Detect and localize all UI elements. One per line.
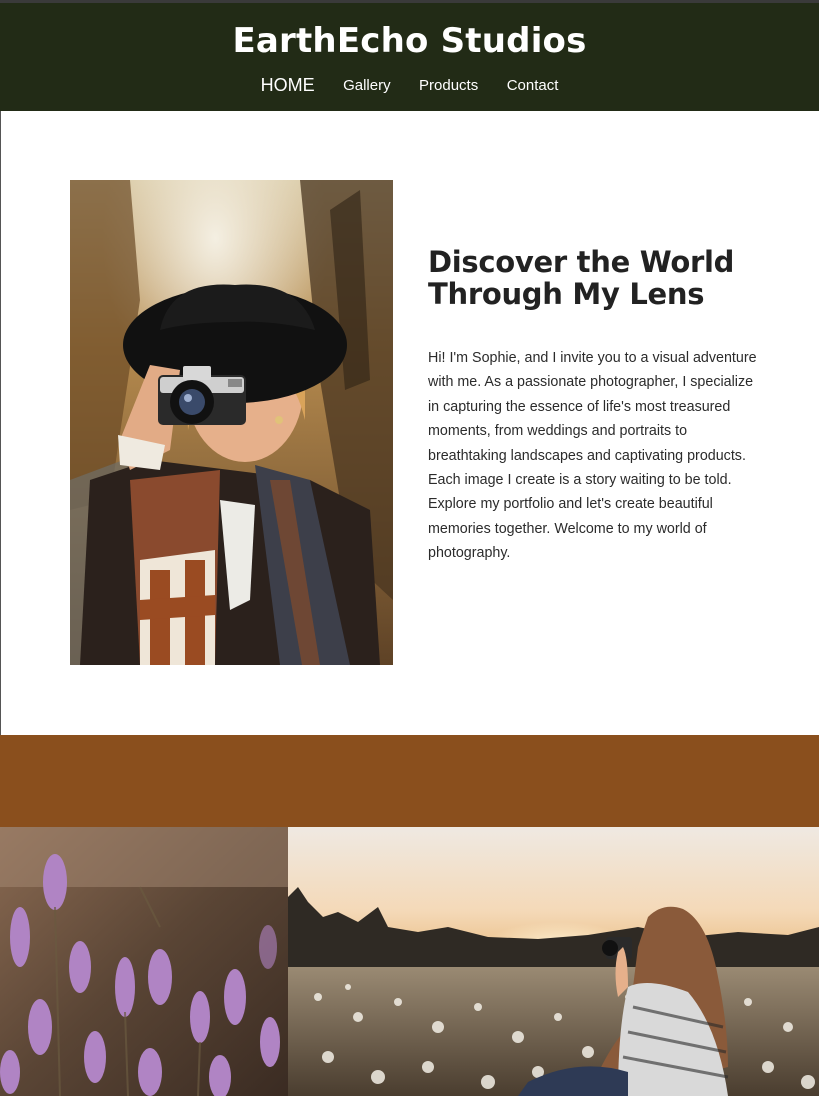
gallery-dandelion-field-image (288, 827, 819, 1096)
page-left-edge (0, 111, 1, 735)
brown-divider-band (0, 735, 819, 827)
nav-gallery-link[interactable]: Gallery (343, 77, 391, 94)
site-logo-text[interactable]: EarthEcho Studios (0, 21, 819, 61)
site-header: EarthEcho Studios HOME Gallery Products … (0, 3, 819, 111)
hero-intro-text: Hi! I'm Sophie, and I invite you to a vi… (428, 350, 757, 562)
main-nav: HOME Gallery Products Contact (0, 75, 819, 96)
gallery-lavender-image (0, 827, 288, 1096)
hero-title: Discover the World Through My Lens (428, 246, 768, 310)
hero-photographer-image (70, 180, 393, 665)
hero-title-line1: Discover the World (428, 245, 735, 279)
hero-title-line2: Through My Lens (428, 277, 705, 311)
nav-products-link[interactable]: Products (419, 77, 478, 94)
nav-home-link[interactable]: HOME (261, 75, 315, 96)
nav-contact-link[interactable]: Contact (507, 77, 559, 94)
